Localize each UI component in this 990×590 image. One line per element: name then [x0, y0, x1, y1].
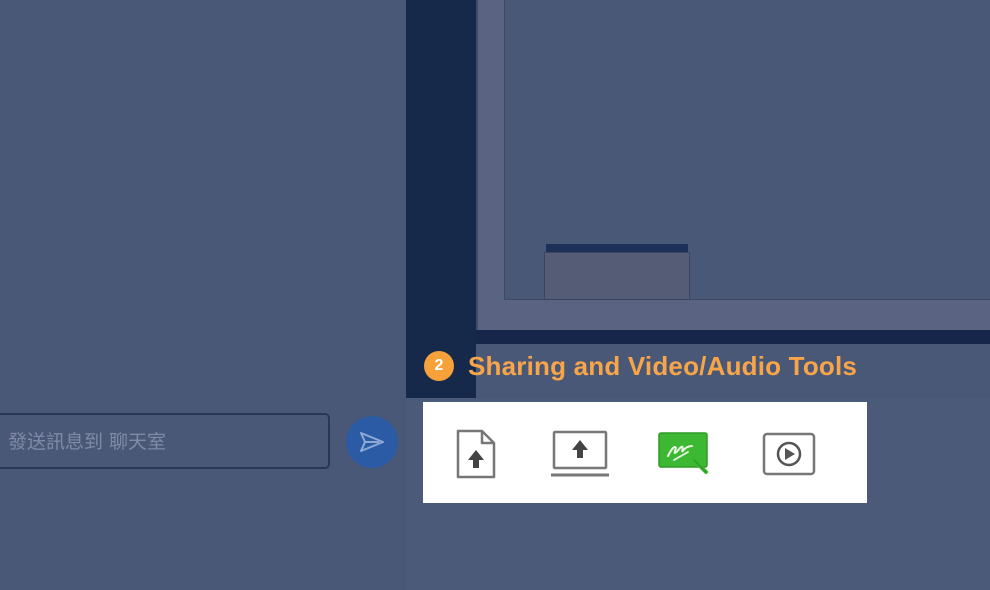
whiteboard-eraser: [544, 244, 690, 300]
eraser-body: [544, 252, 690, 300]
upload-file-button[interactable]: [446, 426, 506, 482]
section-heading: 2 Sharing and Video/Audio Tools: [424, 348, 857, 384]
left-panel-divider: [406, 0, 476, 398]
share-screen-icon: [551, 430, 609, 477]
eraser-handle: [546, 244, 688, 252]
sharing-toolbar: [423, 402, 867, 503]
whiteboard-button[interactable]: [655, 426, 715, 482]
step-badge: 2: [424, 351, 454, 381]
send-arrow-icon: [360, 432, 384, 452]
upload-file-icon: [456, 429, 496, 479]
chat-message-input[interactable]: [6, 415, 326, 469]
chat-input-box: [0, 413, 330, 469]
send-message-button[interactable]: [346, 416, 398, 468]
whiteboard-ledge-shadow: [476, 330, 990, 344]
whiteboard-frame-edge: [476, 0, 478, 330]
section-title: Sharing and Video/Audio Tools: [468, 350, 858, 381]
whiteboard-icon: [658, 432, 708, 474]
play-media-icon: [762, 432, 816, 476]
play-media-button[interactable]: [759, 426, 819, 482]
share-screen-button[interactable]: [550, 426, 610, 482]
